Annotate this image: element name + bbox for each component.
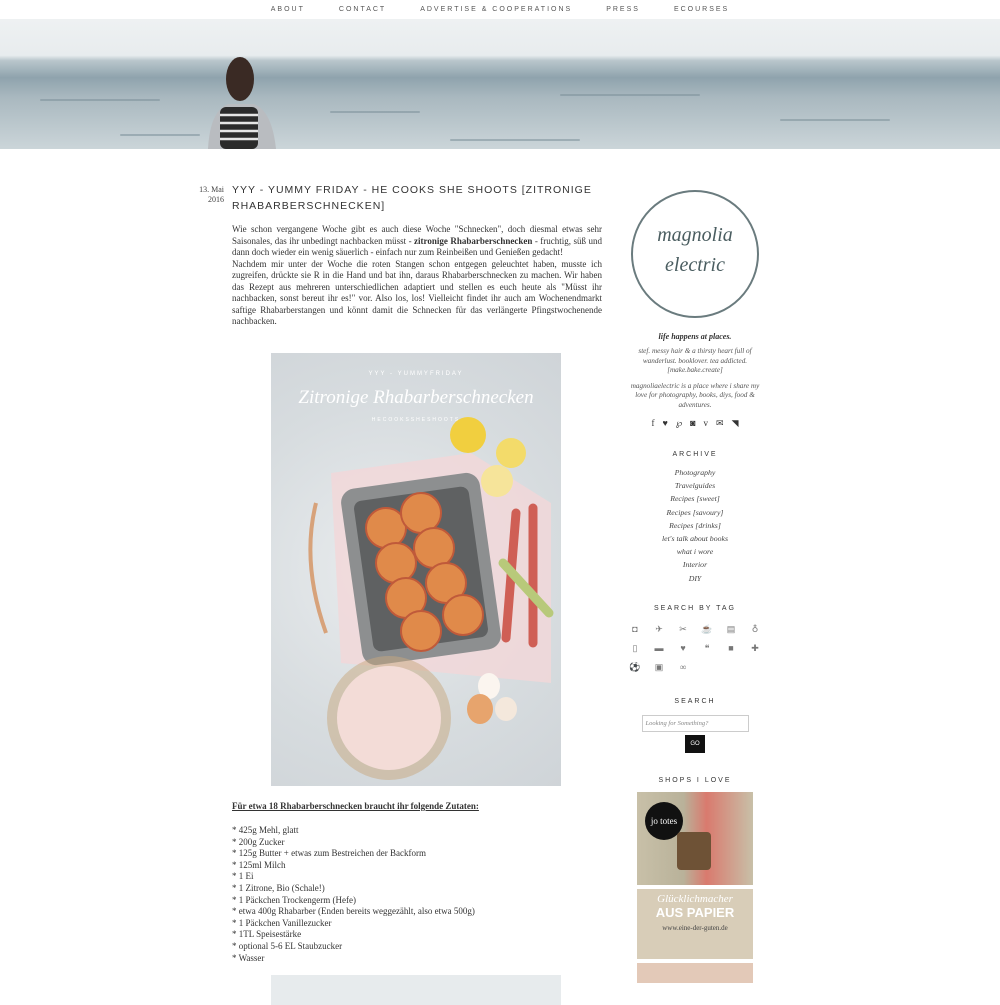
p1-bold: zitronige Rhabarberschnecken (414, 235, 533, 246)
heart-icon[interactable]: ♥ (675, 641, 691, 655)
archive-link[interactable]: Travelguides (628, 479, 762, 492)
shop-banner-jo-totes[interactable]: jo totes (637, 791, 753, 885)
search-input[interactable]: Looking for Something? (641, 714, 749, 732)
search-go-button[interactable]: GO (685, 734, 705, 753)
recipe-photo: YYY - YUMMYFRIDAY Zitronige Rhabarbersch… (271, 353, 561, 786)
shop2-url: www.eine-der-guten.de (662, 923, 728, 932)
archive-link[interactable]: what i wore (628, 545, 762, 558)
search-heading: SEARCH (674, 697, 716, 705)
shop2-line-1: Glücklichmacher (657, 892, 733, 905)
bag-image (677, 831, 711, 870)
recipe-illustration (308, 417, 554, 780)
archive-link[interactable]: Recipes [drinks] (628, 519, 762, 532)
ingredient-item: * 1 Ei (232, 871, 254, 882)
logo-line-1: magnolia (657, 224, 733, 246)
wave (560, 94, 700, 96)
wave (330, 111, 420, 113)
plane-icon[interactable]: ✈ (651, 622, 667, 636)
ingredients-list: * 425g Mehl, glatt * 200g Zucker * 125g … (232, 825, 475, 964)
nav-ecourses[interactable]: ECOURSES (657, 0, 746, 19)
shop-banner-3[interactable] (637, 962, 753, 983)
archive-list: Photography Travelguides Recipes [sweet]… (628, 466, 762, 585)
pinterest-icon[interactable]: ℘ (676, 418, 682, 429)
bio-text-2: magnoliaelectric is a place where i shar… (630, 381, 760, 409)
archive-link[interactable]: Recipes [sweet] (628, 492, 762, 505)
top-navigation: ABOUT CONTACT ADVERTISE & COOPERATIONS P… (0, 0, 1000, 20)
ingredient-item: * etwa 400g Rhabarber (Enden bereits weg… (232, 906, 475, 917)
tag-icon-grid: ◘ ✈ ✂ ☕ ▤ ♁ ▯ ▬ ♥ ❝ ■ ✚ ⚽ ▣ ∞ (628, 622, 762, 674)
ingredient-item: * Wasser (232, 952, 265, 963)
archive-link[interactable]: Recipes [savoury] (628, 506, 762, 519)
mail-icon[interactable]: ✉ (716, 418, 724, 429)
ingredients-heading: Für etwa 18 Rhabarberschnecken braucht i… (232, 801, 479, 811)
post-date-year: 2016 (208, 195, 224, 204)
post-date: 13. Mai 2016 (190, 185, 224, 205)
puzzle-icon[interactable]: ✚ (747, 641, 763, 655)
scissors-icon[interactable]: ✂ (675, 622, 691, 636)
search-by-tag-heading: SEARCH BY TAG (653, 604, 737, 612)
logo-line-2: electric (665, 254, 725, 276)
archive-link[interactable]: Interior (628, 558, 762, 571)
ingredient-item: * 1 Päckchen Vanillezucker (232, 917, 332, 928)
camera-icon[interactable]: ◘ (627, 622, 643, 636)
nav-about[interactable]: ABOUT (254, 0, 322, 19)
post-paragraph-2: Nachdem mir unter der Woche die roten St… (232, 258, 602, 327)
archive-link[interactable]: Photography (628, 466, 762, 479)
magnolia-electric-logo[interactable]: magnolia electric (631, 190, 759, 318)
blog-post: YYY - YUMMY FRIDAY - HE COOKS SHE SHOOTS… (232, 182, 602, 328)
wave (40, 99, 160, 101)
ball-icon[interactable]: ⚽ (627, 660, 643, 674)
second-photo (271, 975, 561, 1005)
shop2-line-2: AUS PAPIER (655, 904, 735, 920)
shop-banner-eine-der-guten[interactable]: Glücklichmacher AUS PAPIER www.eine-der-… (637, 888, 753, 959)
archive-link[interactable]: DIY (628, 572, 762, 585)
wave (780, 119, 890, 121)
vimeo-icon[interactable]: v (704, 418, 709, 429)
girl-with-backpack-image (208, 57, 276, 149)
bed-icon[interactable]: ▬ (651, 641, 667, 655)
social-icons: f ♥ ℘ ◙ v ✉ ◥ (628, 418, 762, 429)
phone-icon[interactable]: ▯ (627, 641, 643, 655)
pin-icon[interactable]: ♁ (747, 622, 763, 636)
video-icon[interactable]: ■ (723, 641, 739, 655)
book-icon[interactable]: ▤ (723, 622, 739, 636)
archive-link[interactable]: let's talk about books (628, 532, 762, 545)
nav-press[interactable]: PRESS (589, 0, 657, 19)
ingredient-item: * 1 Zitrone, Bio (Schale!) (232, 882, 325, 893)
ingredient-item: * 125g Butter + etwas zum Bestreichen de… (232, 848, 427, 859)
ingredient-item: * optional 5-6 EL Staubzucker (232, 940, 343, 951)
bio-text-1: stef. messy hair & a thirsty heart full … (638, 347, 752, 374)
sidebar: magnolia electric life happens at places… (628, 190, 762, 983)
header-banner (0, 19, 1000, 149)
nav-advertise[interactable]: ADVERTISE & COOPERATIONS (403, 0, 589, 19)
quote-icon[interactable]: ❝ (699, 641, 715, 655)
ingredient-item: * 1TL Speisestärke (232, 929, 302, 940)
ingredient-item: * 125ml Milch (232, 859, 286, 870)
tagline: life happens at places. (658, 332, 732, 341)
nav-contact[interactable]: CONTACT (322, 0, 403, 19)
post-date-day: 13. Mai (199, 185, 224, 194)
gift-icon[interactable]: ▣ (651, 660, 667, 674)
rss-icon[interactable]: ◥ (732, 418, 739, 429)
archive-heading: ARCHIVE (672, 451, 718, 458)
wave (450, 139, 580, 141)
ingredient-item: * 200g Zucker (232, 836, 285, 847)
facebook-icon[interactable]: f (651, 418, 654, 429)
instagram-icon[interactable]: ◙ (690, 418, 695, 429)
wave (120, 134, 200, 136)
binoculars-icon[interactable]: ∞ (675, 660, 691, 674)
ingredient-item: * 1 Päckchen Trockengerm (Hefe) (232, 894, 356, 905)
cup-icon[interactable]: ☕ (699, 622, 715, 636)
post-paragraph-1: Wie schon vergangene Woche gibt es auch … (232, 224, 602, 259)
shops-heading: SHOPS I LOVE (658, 776, 732, 784)
post-title[interactable]: YYY - YUMMY FRIDAY - HE COOKS SHE SHOOTS… (232, 182, 602, 214)
heart-icon[interactable]: ♥ (662, 418, 667, 429)
ingredient-item: * 425g Mehl, glatt (232, 825, 299, 835)
